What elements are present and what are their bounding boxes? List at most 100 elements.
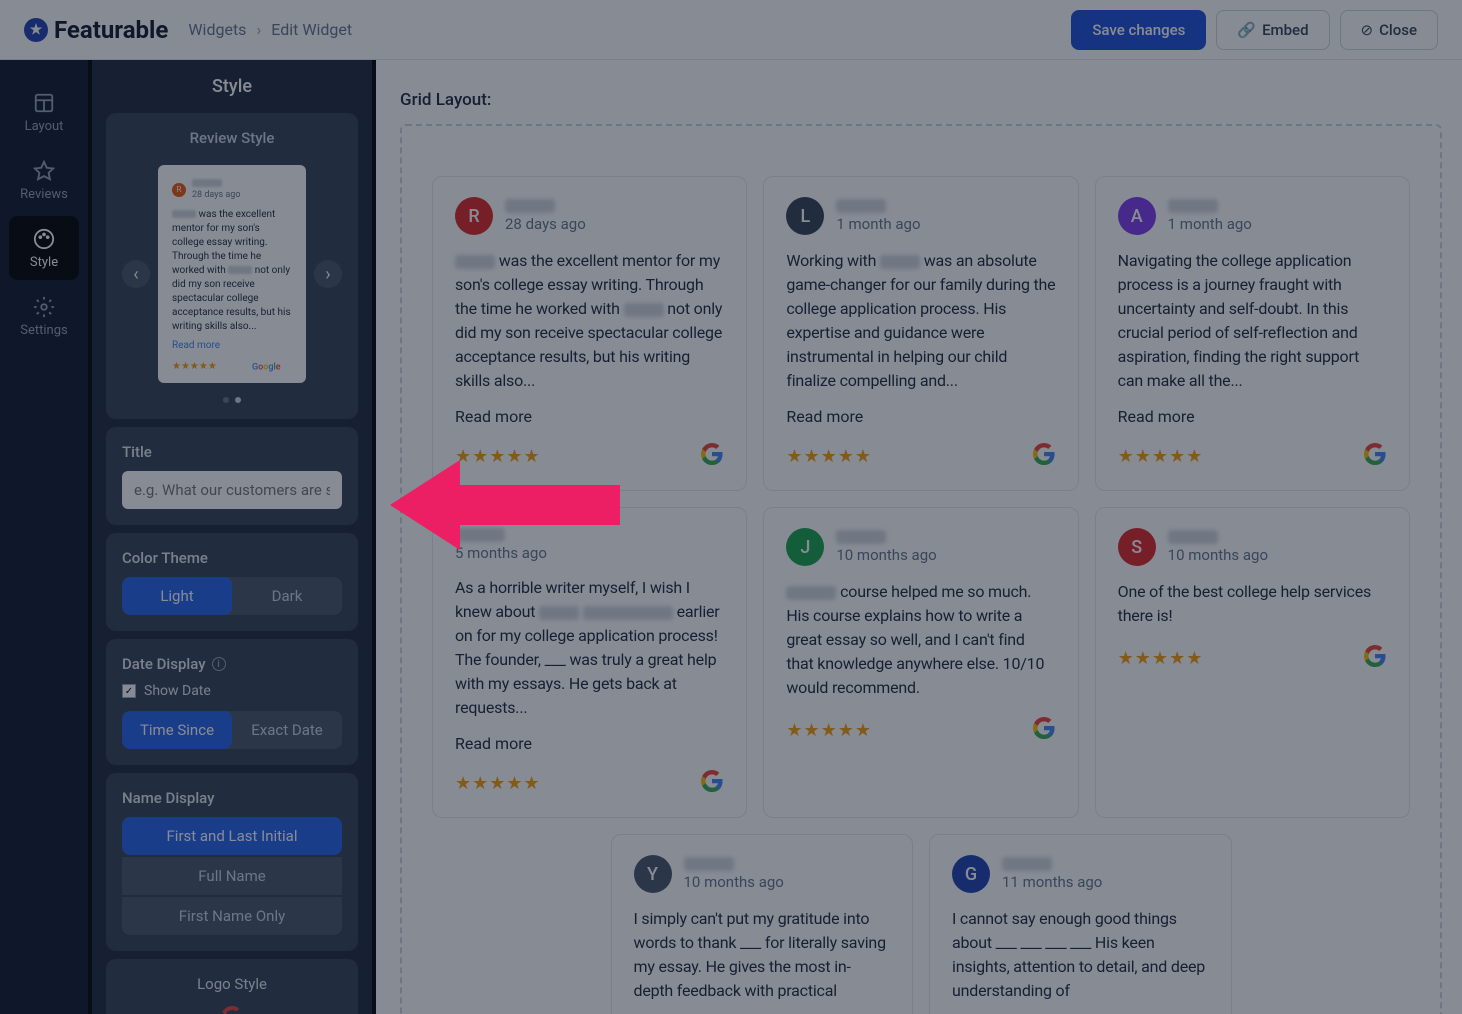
star-rating: ★★★★★ [455, 446, 541, 467]
preview-text: was the excellent mentor for my son's co… [172, 208, 292, 334]
sidenav-reviews[interactable]: Reviews [9, 148, 79, 212]
blurred-name [505, 199, 555, 213]
star-rating: ★★★★★ [1118, 648, 1204, 669]
review-card: Y 10 months ago I simply can't put my grat… [611, 834, 914, 1014]
review-text: As a horrible writer myself, I wish I kn… [455, 576, 724, 720]
save-button[interactable]: Save changes [1071, 10, 1206, 50]
review-text: course helped me so much. His course exp… [786, 580, 1055, 700]
read-more-link[interactable]: Read more [1118, 407, 1387, 426]
preview-stars: ★★★★★ [172, 361, 217, 372]
review-avatar: A [1118, 197, 1156, 235]
review-date: 1 month ago [1168, 215, 1252, 233]
panel-title: Style [92, 60, 372, 113]
google-icon [1032, 716, 1056, 744]
review-date: 1 month ago [836, 215, 920, 233]
dark-toggle[interactable]: Dark [232, 577, 342, 615]
review-card: G 11 months ago I cannot say enough good t… [929, 834, 1232, 1014]
review-avatar: G [952, 855, 990, 893]
embed-button[interactable]: 🔗Embed [1216, 10, 1329, 50]
first-last-initial-option[interactable]: First and Last Initial [122, 817, 342, 855]
review-avatar: S [1118, 528, 1156, 566]
review-card: S10 months agoOne of the best college he… [1095, 507, 1410, 818]
read-more-link[interactable]: Read more [786, 407, 1055, 426]
blurred-name [1168, 199, 1218, 213]
star-rating: ★★★★★ [1118, 446, 1204, 467]
side-navigation: Layout Reviews Style Settings [0, 60, 88, 1014]
review-avatar: L [786, 197, 824, 235]
logo[interactable]: ★ Featurable [24, 16, 168, 44]
gear-icon [32, 295, 56, 319]
close-icon: ⊘ [1361, 21, 1374, 39]
blurred-name [836, 199, 886, 213]
blurred-name [192, 179, 222, 187]
google-icon [700, 769, 724, 797]
breadcrumb-item[interactable]: Edit Widget [271, 20, 352, 39]
google-icon [700, 442, 724, 470]
logo-icon: ★ [24, 18, 48, 42]
full-name-option[interactable]: Full Name [122, 857, 342, 895]
review-text: I cannot say enough good things about __… [952, 907, 1209, 1003]
review-card: R28 days ago was the excellent mentor fo… [432, 176, 747, 491]
review-text: I simply can't put my gratitude into wor… [634, 907, 891, 1003]
close-button[interactable]: ⊘Close [1340, 10, 1438, 50]
review-date: 28 days ago [505, 215, 586, 233]
read-more-link[interactable]: Read more [455, 734, 724, 753]
star-rating: ★★★★★ [455, 773, 541, 794]
review-date: 11 months ago [1002, 873, 1102, 891]
time-since-toggle[interactable]: Time Since [122, 711, 232, 749]
review-style-preview: Review Style ‹ R 28 days ago was the exc… [106, 113, 358, 419]
name-display-section: Name Display First and Last Initial Full… [106, 773, 358, 951]
blurred-name [455, 528, 505, 542]
layout-icon [32, 91, 56, 115]
review-date: 10 months ago [836, 546, 936, 564]
google-logo-icon: Google [252, 359, 292, 373]
blurred-name [836, 530, 886, 544]
style-panel: Style Review Style ‹ R 28 days ago was [88, 60, 376, 1014]
color-theme-section: Color Theme Light Dark [106, 533, 358, 631]
link-icon: 🔗 [1237, 21, 1256, 39]
read-more-link[interactable]: Read more [455, 407, 724, 426]
star-rating: ★★★★★ [786, 446, 872, 467]
star-icon [32, 159, 56, 183]
dot[interactable] [223, 397, 229, 403]
review-avatar: Y [634, 855, 672, 893]
sidenav-layout[interactable]: Layout [9, 80, 79, 144]
review-avatar: R [455, 197, 493, 235]
review-row2: Y 10 months ago I simply can't put my grat… [611, 834, 1232, 1014]
breadcrumb-item[interactable]: Widgets [188, 20, 246, 39]
review-text: One of the best college help services th… [1118, 580, 1387, 628]
exact-date-toggle[interactable]: Exact Date [232, 711, 342, 749]
logo-text: Featurable [54, 16, 168, 44]
content-area: Grid Layout: R28 days ago was the excell… [376, 60, 1462, 1014]
grid-layout-label: Grid Layout: [400, 90, 1442, 110]
first-name-only-option[interactable]: First Name Only [122, 897, 342, 935]
show-date-checkbox[interactable]: ✓ [122, 684, 136, 698]
review-date: 5 months ago [455, 544, 547, 562]
review-text: Navigating the college application proce… [1118, 249, 1387, 393]
review-avatar: J [786, 528, 824, 566]
review-card: L 1 month ago Working with was an absolute… [763, 176, 1078, 491]
preview-avatar: R [172, 183, 186, 197]
blurred-name [684, 857, 734, 871]
sidenav-settings[interactable]: Settings [9, 284, 79, 348]
google-icon [1032, 442, 1056, 470]
preview-dots [122, 397, 342, 403]
review-card: A 1 month ago Navigating the college appli… [1095, 176, 1410, 491]
chevron-right-icon: › [256, 20, 261, 39]
prev-arrow[interactable]: ‹ [122, 260, 150, 288]
review-card: J 10 months ago course helped me so much.… [763, 507, 1078, 818]
next-arrow[interactable]: › [314, 260, 342, 288]
light-toggle[interactable]: Light [122, 577, 232, 615]
title-input[interactable] [122, 471, 342, 509]
google-icon [1363, 644, 1387, 672]
logo-style-section: Logo Style [106, 959, 358, 1014]
sidenav-style[interactable]: Style [9, 216, 79, 280]
svg-text:Google: Google [252, 363, 281, 373]
blurred-name [1002, 857, 1052, 871]
review-date: 10 months ago [684, 873, 784, 891]
review-text: Working with was an absolute game-change… [786, 249, 1055, 393]
grid-container: R28 days ago was the excellent mentor fo… [400, 124, 1442, 1014]
info-icon[interactable]: i [212, 657, 226, 671]
breadcrumb: Widgets › Edit Widget [188, 20, 352, 39]
dot[interactable] [235, 397, 241, 403]
